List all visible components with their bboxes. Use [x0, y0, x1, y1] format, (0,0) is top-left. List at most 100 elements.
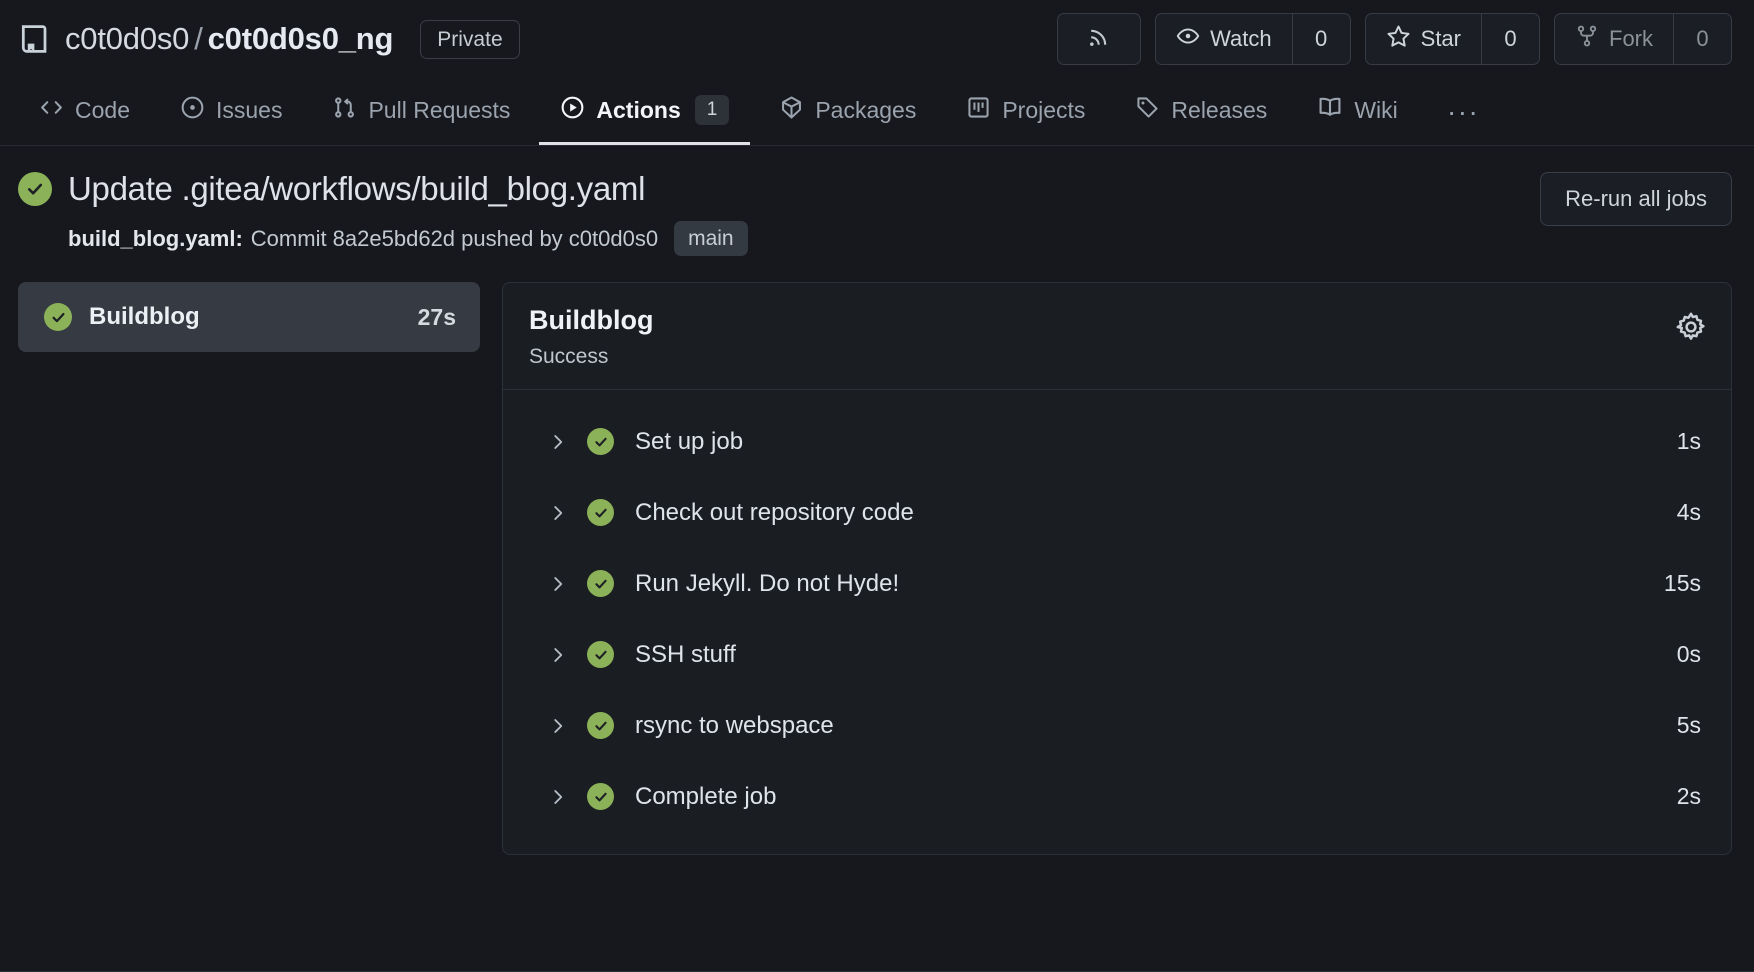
step-row[interactable]: SSH stuff 0s	[503, 619, 1731, 690]
book-icon	[1317, 94, 1343, 126]
chevron-right-icon	[548, 645, 570, 665]
repo-name-link[interactable]: c0t0d0s0_ng	[208, 21, 394, 56]
step-name: Check out repository code	[635, 498, 914, 526]
eye-icon	[1176, 24, 1200, 54]
gitea-actions-run-page: c0t0d0s0/c0t0d0s0_ng Private Watch 0 Sta…	[0, 0, 1754, 972]
step-duration: 15s	[1663, 570, 1701, 596]
watch-label: Watch	[1210, 26, 1272, 51]
visibility-badge: Private	[420, 19, 520, 59]
step-duration: 4s	[1676, 499, 1701, 525]
repo-path: c0t0d0s0/c0t0d0s0_ng	[65, 21, 393, 57]
step-row[interactable]: Run Jekyll. Do not Hyde! 15s	[503, 548, 1731, 619]
check-circle-icon	[587, 641, 614, 668]
job-steps-list: Set up job 1s Check out repository code …	[503, 390, 1731, 854]
tab-actions-badge: 1	[694, 94, 730, 126]
step-row[interactable]: Set up job 1s	[503, 406, 1731, 477]
job-detail-titles: Buildblog Success	[529, 305, 653, 369]
fork-count[interactable]: 0	[1674, 13, 1732, 65]
repo-path-separator: /	[194, 21, 203, 56]
branch-badge[interactable]: main	[674, 221, 748, 256]
chevron-right-icon	[548, 787, 570, 807]
tab-releases[interactable]: Releases	[1114, 78, 1288, 145]
rss-icon	[1086, 24, 1112, 55]
watch-count[interactable]: 0	[1292, 13, 1351, 65]
tab-code-label: Code	[75, 96, 130, 123]
check-circle-icon	[587, 712, 614, 739]
commit-description: Commit 8a2e5bd62d pushed by c0t0d0s0	[250, 225, 659, 251]
package-icon	[779, 95, 804, 126]
job-settings-button[interactable]	[1675, 305, 1707, 348]
step-duration: 2s	[1676, 783, 1701, 809]
star-button-group: Star 0	[1364, 13, 1540, 65]
repo-owner-link[interactable]: c0t0d0s0	[65, 21, 189, 56]
star-count[interactable]: 0	[1482, 13, 1540, 65]
star-label: Star	[1420, 26, 1461, 51]
tab-pull-requests-label: Pull Requests	[368, 96, 511, 123]
issue-opened-icon	[180, 95, 205, 126]
run-body: Buildblog 27s Buildblog Success Set up j…	[0, 256, 1754, 855]
repo-nav-tabs: Code Issues Pull Requests Actions 1 Pack…	[0, 78, 1754, 146]
repo-breadcrumb: c0t0d0s0/c0t0d0s0_ng Private	[18, 19, 520, 59]
step-name: rsync to webspace	[635, 711, 834, 739]
tab-releases-label: Releases	[1171, 96, 1268, 123]
repo-header: c0t0d0s0/c0t0d0s0_ng Private Watch 0 Sta…	[0, 0, 1754, 78]
tab-wiki[interactable]: Wiki	[1296, 78, 1418, 145]
tab-actions[interactable]: Actions 1	[539, 78, 751, 145]
repository-icon	[18, 20, 52, 58]
check-circle-icon	[587, 499, 614, 526]
play-circle-icon	[560, 95, 585, 126]
step-duration: 1s	[1676, 428, 1701, 454]
job-detail-panel: Buildblog Success Set up job 1s Check ou…	[502, 282, 1732, 855]
job-detail-status: Success	[529, 345, 609, 368]
check-circle-icon	[587, 570, 614, 597]
tab-actions-label: Actions	[596, 96, 681, 123]
rerun-all-jobs-button[interactable]: Re-run all jobs	[1540, 172, 1732, 226]
tab-issues[interactable]: Issues	[159, 78, 303, 145]
star-button[interactable]: Star	[1364, 13, 1482, 65]
fork-icon	[1575, 24, 1599, 54]
step-duration: 5s	[1676, 712, 1701, 738]
fork-label: Fork	[1609, 26, 1653, 51]
code-icon	[39, 95, 64, 126]
run-commit-info: build_blog.yaml: Commit 8a2e5bd62d pushe…	[68, 221, 1540, 256]
fork-button[interactable]: Fork	[1554, 13, 1674, 65]
chevron-right-icon	[548, 503, 570, 523]
tab-projects[interactable]: Projects	[945, 78, 1106, 145]
jobs-sidebar: Buildblog 27s	[18, 282, 480, 352]
watch-button-group: Watch 0	[1155, 13, 1351, 65]
step-name: SSH stuff	[635, 640, 736, 668]
rss-feed-button[interactable]	[1057, 13, 1142, 65]
check-circle-icon	[587, 428, 614, 455]
step-duration: 0s	[1676, 641, 1701, 667]
check-circle-icon	[18, 172, 52, 206]
workflow-run-header: Update .gitea/workflows/build_blog.yaml …	[0, 146, 1754, 256]
step-row[interactable]: Check out repository code 4s	[503, 477, 1731, 548]
gear-icon	[1675, 311, 1707, 348]
fork-button-group: Fork 0	[1554, 13, 1732, 65]
tab-packages[interactable]: Packages	[758, 78, 937, 145]
tab-overflow-menu[interactable]: ...	[1427, 78, 1501, 145]
tag-icon	[1135, 95, 1160, 126]
step-name: Run Jekyll. Do not Hyde!	[635, 569, 900, 597]
page-title: Update .gitea/workflows/build_blog.yaml	[68, 170, 646, 207]
check-circle-icon	[587, 783, 614, 810]
job-item-buildblog[interactable]: Buildblog 27s	[18, 282, 480, 352]
run-header-info: Update .gitea/workflows/build_blog.yaml …	[18, 170, 1540, 256]
watch-button[interactable]: Watch	[1155, 13, 1293, 65]
workflow-file-name: build_blog.yaml:	[68, 225, 243, 251]
chevron-right-icon	[548, 716, 570, 736]
tab-pull-requests[interactable]: Pull Requests	[311, 78, 531, 145]
job-name: Buildblog	[89, 303, 200, 330]
tab-wiki-label: Wiki	[1354, 96, 1398, 123]
step-name: Complete job	[635, 782, 777, 810]
repo-action-buttons: Watch 0 Star 0 Fork 0	[1057, 13, 1732, 65]
job-detail-title: Buildblog	[529, 305, 654, 335]
tab-packages-label: Packages	[815, 96, 917, 123]
chevron-right-icon	[548, 432, 570, 452]
tab-code[interactable]: Code	[18, 78, 151, 145]
step-row[interactable]: rsync to webspace 5s	[503, 690, 1731, 761]
check-circle-icon	[44, 303, 72, 331]
git-pull-request-icon	[332, 95, 357, 126]
tab-issues-label: Issues	[215, 96, 283, 123]
step-row[interactable]: Complete job 2s	[503, 761, 1731, 832]
